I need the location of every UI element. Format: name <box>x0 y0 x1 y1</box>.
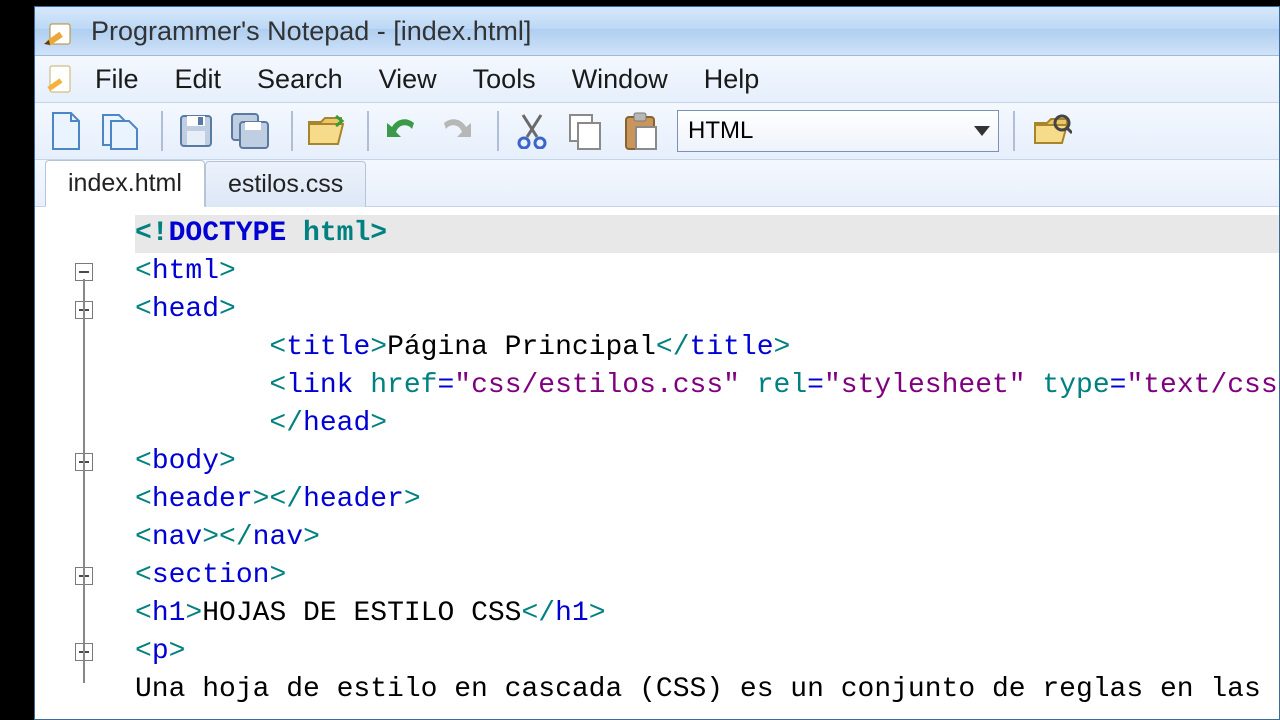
tool-bar: HTML <box>35 103 1279 160</box>
tab-estilos-css[interactable]: estilos.css <box>205 161 366 207</box>
menu-edit[interactable]: Edit <box>175 64 222 95</box>
copy-button[interactable] <box>563 108 609 154</box>
code-line[interactable]: <header></header> <box>135 481 1279 519</box>
code-line[interactable]: Una hoja de estilo en cascada (CSS) es u… <box>135 671 1279 709</box>
code-line[interactable]: <body> <box>135 443 1279 481</box>
code-line[interactable]: <nav></nav> <box>135 519 1279 557</box>
menu-file[interactable]: File <box>95 64 139 95</box>
menu-tools[interactable]: Tools <box>473 64 536 95</box>
fold-guide <box>83 279 85 683</box>
code-line[interactable]: <h1>HOJAS DE ESTILO CSS</h1> <box>135 595 1279 633</box>
code-line[interactable]: </head> <box>135 405 1279 443</box>
code-area[interactable]: <!DOCTYPE html><html><head> <title>Págin… <box>135 209 1279 719</box>
code-line[interactable]: <!DOCTYPE html> <box>135 215 1279 253</box>
new-project-button[interactable] <box>97 108 143 154</box>
chevron-down-icon <box>974 126 990 136</box>
save-button[interactable] <box>173 108 219 154</box>
code-editor[interactable]: <!DOCTYPE html><html><head> <title>Págin… <box>35 209 1279 719</box>
menu-window[interactable]: Window <box>572 64 668 95</box>
menu-bar: File Edit Search View Tools Window Help <box>35 56 1279 103</box>
redo-button[interactable] <box>433 108 479 154</box>
app-icon <box>41 13 77 49</box>
app-window: Programmer's Notepad - [index.html] File… <box>34 6 1280 720</box>
save-all-button[interactable] <box>227 108 273 154</box>
tab-index-html[interactable]: index.html <box>45 160 205 207</box>
new-doc-icon <box>45 63 77 95</box>
code-line[interactable]: <head> <box>135 291 1279 329</box>
code-line[interactable]: <section> <box>135 557 1279 595</box>
menu-view[interactable]: View <box>379 64 437 95</box>
tab-bar: index.html estilos.css <box>35 160 1279 207</box>
code-line[interactable]: <title>Página Principal</title> <box>135 329 1279 367</box>
language-value: HTML <box>688 117 753 145</box>
menu-help[interactable]: Help <box>704 64 760 95</box>
code-line[interactable]: <link href="css/estilos.css" rel="styles… <box>135 367 1279 405</box>
find-button[interactable] <box>1029 108 1075 154</box>
title-bar[interactable]: Programmer's Notepad - [index.html] <box>35 7 1279 56</box>
paste-button[interactable] <box>617 108 663 154</box>
fold-gutter[interactable] <box>35 209 135 719</box>
window-title: Programmer's Notepad - [index.html] <box>91 16 531 47</box>
menu-search[interactable]: Search <box>257 64 343 95</box>
language-selector[interactable]: HTML <box>677 110 999 152</box>
code-line[interactable]: <p> <box>135 633 1279 671</box>
undo-button[interactable] <box>379 108 425 154</box>
open-button[interactable] <box>303 108 349 154</box>
new-file-button[interactable] <box>43 108 89 154</box>
code-line[interactable]: <html> <box>135 253 1279 291</box>
cut-button[interactable] <box>509 108 555 154</box>
